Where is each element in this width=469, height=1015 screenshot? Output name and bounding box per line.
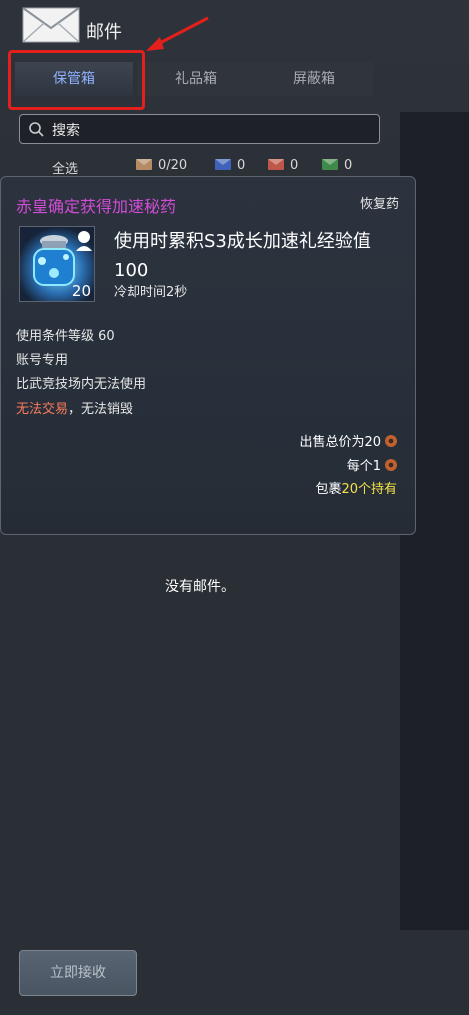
inventory-held: 包裹20个持有 [315,478,397,497]
annotation-highlight-box [8,50,145,110]
sell-total-text: 出售总价为20 [299,435,381,450]
mail-green-icon [322,159,338,170]
mail-red-icon [268,159,284,170]
filter-normal-mail[interactable]: 0/20 [136,158,187,173]
inventory-count: 20个持有 [341,482,397,497]
empty-mail-message: 没有邮件。 [165,579,235,595]
no-trade-text: 无法交易 [16,402,69,417]
receive-now-button[interactable]: 立即接收 [19,950,137,996]
mail-envelope-icon [22,7,80,43]
item-potion-icon: 20 [19,226,95,302]
item-tooltip: 赤皇确定获得加速秘药 恢复药 20 使用时累积S3成长加速礼经验值100 冷却时… [0,176,416,535]
inventory-prefix: 包裹 [315,482,342,497]
item-stack-count: 20 [71,282,91,300]
no-destroy-text: ，无法销毁 [68,402,134,417]
mail-brown-icon [136,159,152,170]
item-category: 恢复药 [359,197,399,212]
item-description: 使用时累积S3成长加速礼经验值100 [114,231,371,281]
sell-each-text: 每个1 [346,459,381,474]
item-name: 赤皇确定获得加速秘药 [16,197,177,216]
search-placeholder: 搜索 [52,123,80,139]
sell-unit-price: 每个1 [347,455,397,474]
item-arena-restriction: 比武竞技场内无法使用 [16,377,147,392]
filter-blue-mail[interactable]: 0 [215,158,245,173]
item-trade-restriction: 无法交易，无法销毁 [16,398,133,417]
search-input[interactable]: 搜索 [19,114,380,144]
coin-icon [385,459,397,471]
select-all-checkbox[interactable]: 全选 [52,158,78,177]
item-level-requirement: 使用条件等级 60 [16,329,115,344]
tab-blocked-box[interactable]: 屏蔽箱 [255,62,373,96]
filter-row: 全选 0/20 0 0 0 [0,158,400,178]
filter-blue-count: 0 [237,158,246,173]
filter-normal-count: 0/20 [158,158,188,173]
filter-green-count: 0 [344,158,353,173]
mail-blue-icon [215,159,231,170]
tab-gift-box[interactable]: 礼品箱 [137,62,255,96]
item-cooldown: 冷却时间2秒 [114,285,188,300]
coin-icon [385,435,397,447]
window-title: 邮件 [86,22,122,43]
annotation-arrow-icon [146,16,209,51]
item-account-bound: 账号专用 [16,353,69,368]
search-icon [29,122,44,137]
mail-window: 邮件 保管箱 礼品箱 屏蔽箱 搜索 全选 0/20 0 0 0 没有邮件。 赤皇… [0,0,469,1015]
filter-green-mail[interactable]: 0 [322,158,352,173]
filter-red-count: 0 [290,158,299,173]
filter-red-mail[interactable]: 0 [268,158,298,173]
sell-total-price: 出售总价为20 [299,431,397,450]
